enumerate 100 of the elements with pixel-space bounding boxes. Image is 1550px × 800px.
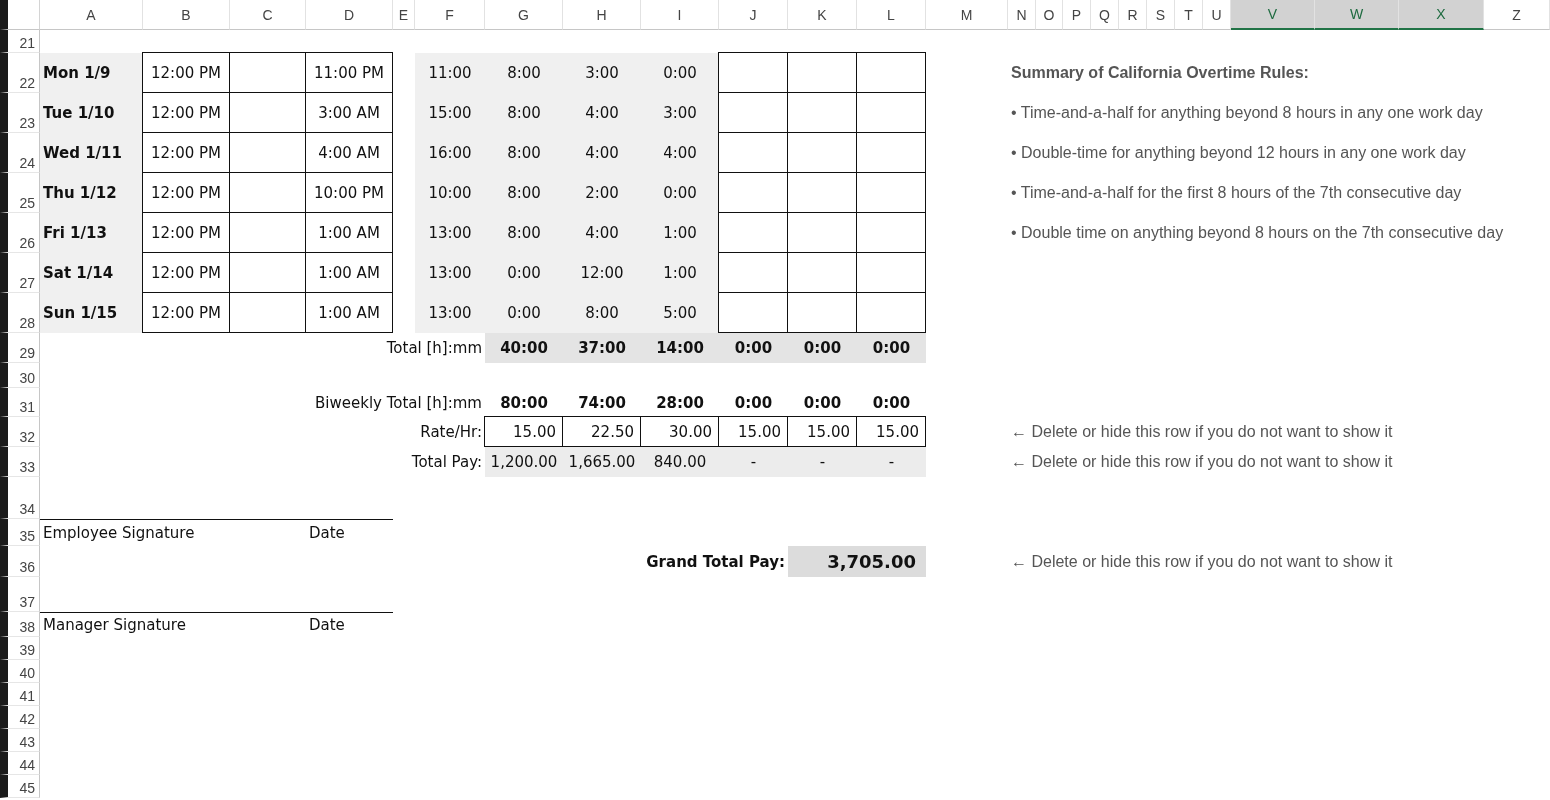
column-header[interactable]: P [1063,0,1091,30]
table-cell: 15.00 [856,416,926,447]
grand-total-value: 3,705.00 [788,546,926,577]
row-header[interactable]: 40 [0,660,40,683]
table-cell: - [719,447,788,477]
day-cell: Tue 1/10 [40,93,143,133]
table-cell: 0:00 [485,253,563,293]
day-cell: Wed 1/11 [40,133,143,173]
column-header[interactable]: X [1399,0,1484,30]
table-cell: 8:00 [485,133,563,173]
row-header[interactable]: 34 [0,477,40,519]
column-header[interactable]: Z [1484,0,1550,30]
row-header[interactable]: 37 [0,577,40,612]
table-cell: 4:00 [563,93,641,133]
note-text: ← Delete or hide this row if you do not want to show it [1011,423,1393,441]
table-cell-text: 0:00 [802,392,843,414]
date-label: Date [309,615,345,634]
table-cell: 14:00 [641,333,719,363]
rule-text: • Double time on anything beyond 8 hours on the 7th consecutive day [1011,224,1504,242]
row-header[interactable]: 38 [0,612,40,637]
grand-total-label: Grand Total Pay: [646,552,785,571]
table-cell: 8:00 [485,53,563,93]
row-header[interactable]: 36 [0,546,40,577]
column-header[interactable]: S [1147,0,1175,30]
table-cell: - [857,447,926,477]
table-cell: 840.00 [641,447,719,477]
column-header[interactable]: Q [1091,0,1119,30]
table-cell-text: 80:00 [499,392,549,414]
signature-label: Manager Signature [43,615,186,634]
table-cell: 2:00 [563,173,641,213]
table-cell: 37:00 [563,333,641,363]
row-header[interactable]: 41 [0,683,40,706]
table-cell: 5:00 [641,293,719,333]
column-header[interactable]: L [857,0,926,30]
table-cell: 15.00 [787,416,857,447]
column-header[interactable]: I [641,0,719,30]
row-header[interactable]: 33 [0,447,40,477]
table-cell: 0:00 [641,173,719,213]
table-cell: 11:00 PM [305,52,393,93]
column-header[interactable]: N [1008,0,1036,30]
table-cell: 0:00 [485,293,563,333]
rule-text: • Time-and-a-half for anything beyond 8 hours in any one work day [1011,104,1483,122]
table-cell: 13:00 [415,253,485,293]
column-header[interactable]: F [415,0,485,30]
table-cell: 8:00 [563,293,641,333]
table-cell: 16:00 [415,133,485,173]
row-header[interactable]: 44 [0,752,40,775]
table-cell-text: 0:00 [733,392,774,414]
table-cell: 4:00 [641,133,719,173]
column-header[interactable]: W [1315,0,1399,30]
column-header[interactable]: G [485,0,563,30]
column-header[interactable]: O [1036,0,1063,30]
day-cell: Thu 1/12 [40,173,143,213]
table-cell: 11:00 [415,53,485,93]
column-header[interactable]: C [230,0,306,30]
table-cell: 1:00 AM [305,292,393,333]
day-cell: Sun 1/15 [40,293,143,333]
table-cell: 4:00 [563,133,641,173]
row-header[interactable]: 30 [0,363,40,388]
row-header[interactable]: 39 [0,637,40,660]
table-cell: 22.50 [562,416,641,447]
column-header[interactable]: E [393,0,415,30]
table-cell-text: 28:00 [655,392,705,414]
table-cell: 15:00 [415,93,485,133]
column-header[interactable]: M [926,0,1008,30]
summary-title: Summary of California Overtime Rules: [1011,64,1309,82]
row-header[interactable]: 31 [0,388,40,417]
row-header[interactable]: 32 [0,417,40,447]
table-cell-text: 0:00 [871,392,912,414]
table-cell: 4:00 [563,213,641,253]
row-label: Total [h]:mm [386,339,482,357]
table-cell: 8:00 [485,213,563,253]
column-header[interactable]: A [40,0,143,30]
note-text: ← Delete or hide this row if you do not want to show it [1011,453,1393,471]
column-header[interactable]: B [143,0,230,30]
column-header[interactable]: D [306,0,393,30]
column-header[interactable]: J [719,0,788,30]
column-header[interactable]: R [1119,0,1147,30]
row-header[interactable]: 42 [0,706,40,729]
row-header[interactable]: 45 [0,775,40,798]
table-cell: 0:00 [719,333,788,363]
column-header[interactable]: K [788,0,857,30]
table-cell: 1,200.00 [485,447,563,477]
day-cell: Sat 1/14 [40,253,143,293]
table-cell: 8:00 [485,173,563,213]
day-cell: Fri 1/13 [40,213,143,253]
rule-text: • Time-and-a-half for the first 8 hours of the 7th consecutive day [1011,184,1462,202]
row-label: Biweekly Total [h]:mm [315,393,482,412]
table-cell: 3:00 [641,93,719,133]
date-label: Date [309,523,345,542]
column-header[interactable]: H [563,0,641,30]
table-cell: 0:00 [857,333,926,363]
row-label: Rate/Hr: [420,423,482,441]
day-cell: Mon 1/9 [40,53,143,93]
select-all-corner[interactable] [0,0,40,30]
row-header[interactable]: 35 [0,519,40,546]
row-header[interactable]: 43 [0,729,40,752]
column-header[interactable]: T [1175,0,1203,30]
column-header[interactable]: V [1231,0,1315,30]
table-cell: 3:00 [563,53,641,93]
